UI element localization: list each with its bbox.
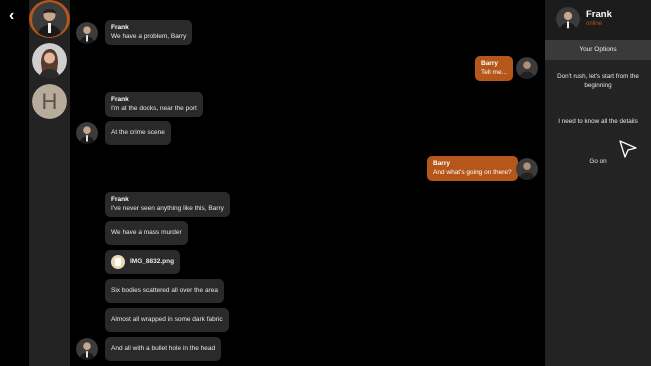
message-bubble: Almost all wrapped in some dark fabric (105, 308, 229, 332)
panel-avatar (556, 7, 580, 31)
message-text: Six bodies scattered all over the area (111, 287, 218, 294)
sender-name: Frank (111, 196, 129, 203)
contact-initial: H (42, 89, 58, 114)
option-dont-rush[interactable]: Don't rush, let's start from the beginni… (553, 73, 643, 90)
option-go-on[interactable]: Go on (553, 158, 643, 167)
panel-contact-status: online (586, 21, 603, 27)
barry-avatar (516, 57, 538, 79)
message-bubble: Frank I've never seen anything like this… (105, 192, 230, 217)
sender-name: Frank (111, 24, 129, 31)
pointer-cursor-icon (619, 140, 637, 158)
message-text: Tell me... (481, 68, 508, 76)
barry-avatar (516, 158, 538, 180)
options-header: Your Options (545, 40, 651, 60)
message-text: And all with a bullet hole in the head (111, 345, 216, 352)
message-text: We have a mass murder (111, 229, 182, 236)
contacts-sidebar: H (29, 0, 70, 366)
sender-name: Frank (111, 96, 129, 103)
message-text: We have a problem, Barry (111, 32, 187, 40)
message-bubble: At the crime scene (105, 121, 171, 145)
contact-avatar-h[interactable]: H (32, 84, 67, 119)
file-attachment[interactable]: IMG_8832.png (105, 250, 181, 274)
contact-avatar-woman[interactable] (32, 43, 67, 78)
frank-avatar (76, 22, 98, 44)
message-text: At the crime scene (111, 129, 165, 136)
message-bubble-self: Barry And what's going on there? (427, 156, 518, 181)
message-bubble: Frank We have a problem, Barry (105, 20, 193, 45)
options-panel: Frank online Your Options Don't rush, le… (545, 0, 651, 366)
sender-name: Barry (481, 60, 498, 67)
image-file-icon (111, 255, 125, 269)
message-bubble: We have a mass murder (105, 221, 188, 245)
frank-avatar (76, 338, 98, 360)
message-text: And what's going on there? (433, 168, 512, 176)
message-bubble: Six bodies scattered all over the area (105, 279, 224, 303)
message-text: I'm at the docks, near the port (111, 104, 197, 112)
sender-name: Barry (433, 160, 450, 167)
message-text: Almost all wrapped in some dark fabric (111, 316, 223, 323)
file-name: IMG_8832.png (130, 257, 175, 265)
option-need-details[interactable]: I need to know all the details (553, 118, 643, 127)
back-chevron-icon[interactable]: ‹ (9, 8, 23, 24)
message-bubble-self: Barry Tell me... (475, 56, 514, 81)
contact-avatar-frank[interactable] (32, 2, 67, 37)
app-window: ‹ H Frank We have a problem, Barry Barry… (0, 0, 651, 366)
message-bubble: And all with a bullet hole in the head (105, 337, 222, 361)
message-bubble: Frank I'm at the docks, near the port (105, 92, 203, 117)
message-text: I've never seen anything like this, Barr… (111, 204, 224, 212)
panel-header: Frank online (545, 0, 651, 40)
panel-contact-name: Frank (586, 9, 612, 20)
frank-avatar (76, 122, 98, 144)
